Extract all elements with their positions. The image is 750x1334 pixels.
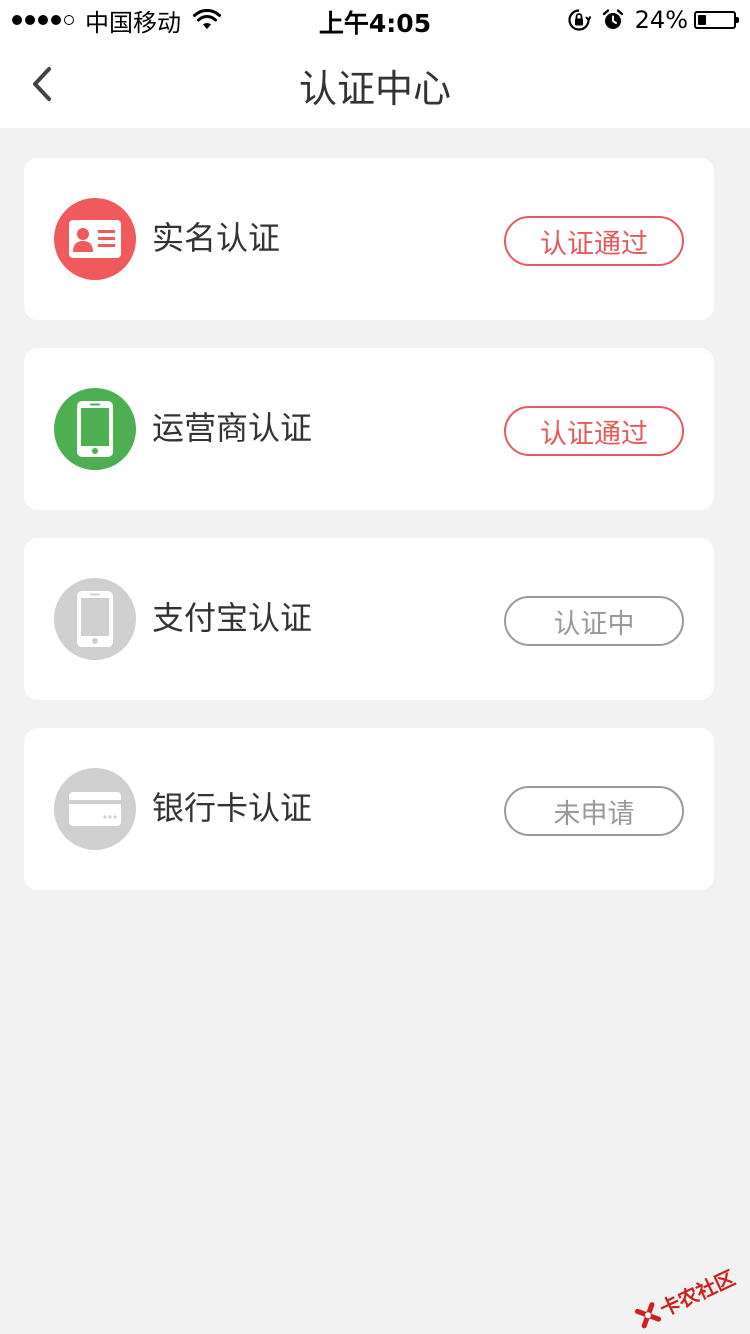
- status-right: 24%: [567, 6, 739, 34]
- phone-icon: [54, 578, 136, 660]
- battery-percent: 24%: [634, 6, 688, 34]
- watermark: 卡农社区: [631, 1262, 739, 1333]
- status-bar: 中国移动 上午4:05 24%: [0, 0, 750, 40]
- verification-card-alipay[interactable]: 支付宝认证 认证中: [24, 538, 714, 700]
- verification-card-bank[interactable]: 银行卡认证 未申请: [24, 728, 714, 890]
- id-card-icon: [54, 198, 136, 280]
- status-badge[interactable]: 认证中: [504, 596, 684, 646]
- phone-icon: [54, 388, 136, 470]
- bank-card-icon: [54, 768, 136, 850]
- nav-bar: 认证中心: [0, 40, 750, 128]
- page-title: 认证中心: [298, 67, 451, 111]
- battery-icon: [694, 11, 739, 29]
- card-label: 运营商认证: [152, 409, 313, 447]
- rotation-lock-icon: [568, 9, 591, 31]
- verification-card-carrier[interactable]: 运营商认证 认证通过: [24, 348, 714, 510]
- status-badge[interactable]: 认证通过: [504, 406, 684, 456]
- status-badge[interactable]: 认证通过: [504, 216, 684, 266]
- alarm-icon: [602, 9, 623, 29]
- verification-card-realname[interactable]: 实名认证 认证通过: [24, 158, 714, 320]
- card-label: 银行卡认证: [152, 789, 313, 827]
- status-badge[interactable]: 未申请: [504, 786, 684, 836]
- card-label: 实名认证: [152, 219, 281, 257]
- watermark-text: 卡农社区: [656, 1265, 739, 1322]
- card-label: 支付宝认证: [152, 599, 313, 637]
